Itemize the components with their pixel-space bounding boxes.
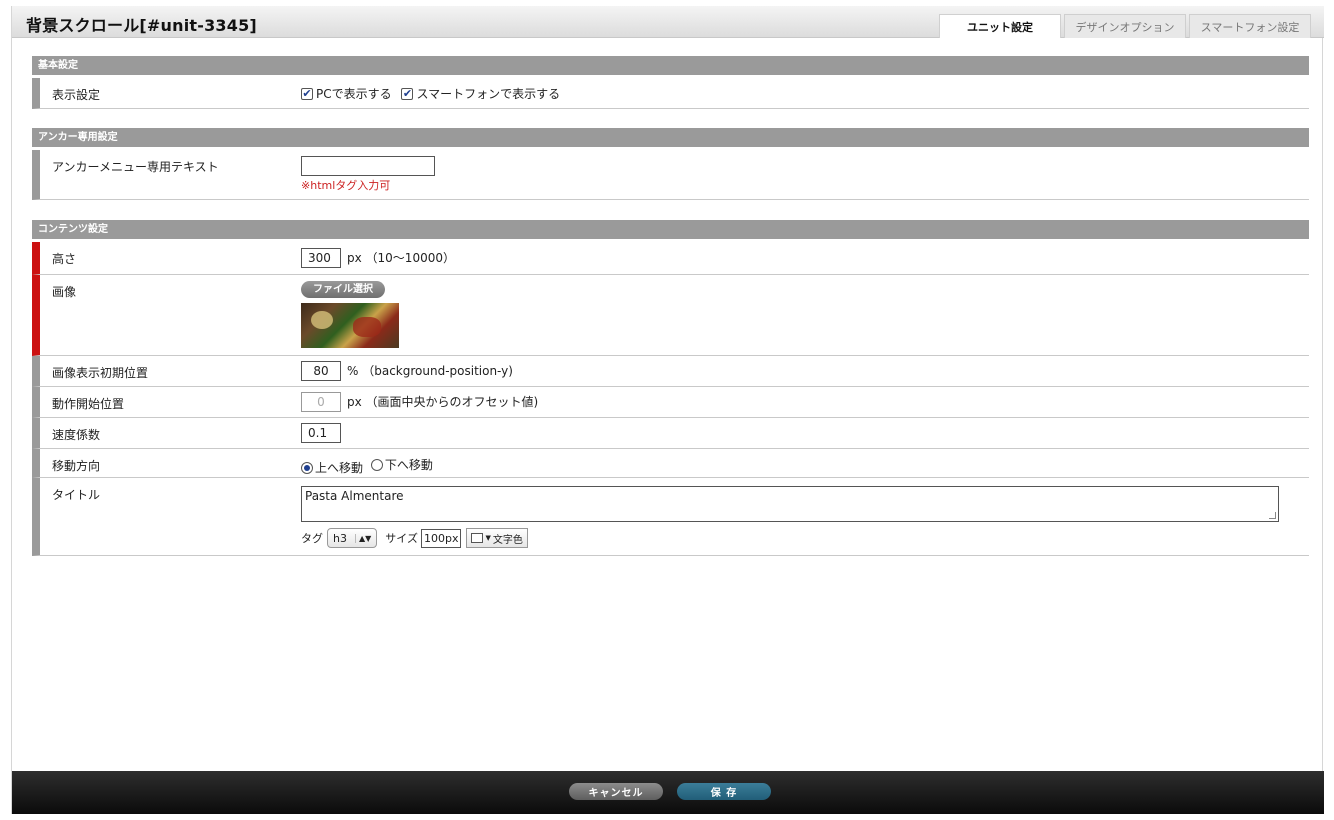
unit-settings-window: 背景スクロール[#unit-3345] ユニット設定 デザインオプション スマー…: [11, 6, 1324, 814]
speed-input[interactable]: 0.1: [301, 423, 341, 443]
height-label: 高さ: [52, 252, 77, 266]
title-label: タイトル: [52, 488, 101, 502]
direction-down-label: 下へ移動: [384, 458, 433, 472]
basic-settings-rows: 表示設定 ✔ PCで表示する ✔ スマートフォンで表示する: [32, 78, 1309, 109]
image-value: ファイル選択: [301, 281, 399, 361]
row-image-position: 画像表示初期位置 80 % （background-position-y): [32, 356, 1309, 387]
row-height: 高さ 300 px （10〜10000）: [32, 242, 1309, 275]
radio-unselected-icon: [370, 458, 383, 471]
anchor-text-input[interactable]: [301, 156, 435, 176]
sp-display-label: スマートフォンで表示する: [416, 87, 561, 101]
row-anchor-text: アンカーメニュー専用テキスト ※htmlタグ入力可: [32, 150, 1309, 200]
section-basic-settings: 基本設定: [32, 56, 1309, 75]
anchor-text-label: アンカーメニュー専用テキスト: [52, 160, 219, 174]
size-input[interactable]: 100px: [420, 528, 462, 548]
text-color-label: 文字色: [492, 534, 523, 546]
checkbox-checked-icon: ✔: [301, 86, 313, 100]
anchor-text-value: ※htmlタグ入力可: [301, 156, 435, 205]
window-header: 背景スクロール[#unit-3345] ユニット設定 デザインオプション スマー…: [12, 6, 1324, 38]
checkbox-checked-icon: ✔: [401, 86, 414, 100]
size-label: サイズ: [385, 532, 418, 545]
section-content-settings: コンテンツ設定: [32, 220, 1309, 239]
row-display-settings: 表示設定 ✔ PCで表示する ✔ スマートフォンで表示する: [32, 78, 1309, 109]
tag-select[interactable]: h3 ▲▼: [327, 528, 378, 548]
direction-up-label: 上へ移動: [315, 461, 364, 475]
image-position-label: 画像表示初期位置: [52, 366, 149, 380]
row-image: 画像 ファイル選択: [32, 275, 1309, 356]
anchor-settings-rows: アンカーメニュー専用テキスト ※htmlタグ入力可: [32, 150, 1309, 200]
tab-smartphone-settings[interactable]: スマートフォン設定: [1189, 14, 1311, 38]
pc-display-checkbox[interactable]: ✔ PCで表示する: [301, 85, 392, 102]
tab-design-options[interactable]: デザインオプション: [1064, 14, 1186, 38]
dropdown-arrow-icon: ▼: [485, 534, 491, 542]
row-direction: 移動方向 上へ移動 下へ移動: [32, 449, 1309, 478]
title-options: タグ h3 ▲▼ サイズ 100px ▼ 文字色: [301, 528, 528, 548]
select-arrows-icon: ▲▼: [354, 533, 371, 543]
image-position-input[interactable]: 80: [301, 361, 341, 381]
title-value: Pasta Almentare タグ h3 ▲▼ サイズ 100px ▼ 文字色: [301, 478, 1291, 555]
tab-bar: ユニット設定 デザインオプション スマートフォン設定: [936, 14, 1311, 38]
height-input[interactable]: 300: [301, 248, 341, 268]
save-button[interactable]: 保 存: [677, 783, 771, 800]
direction-label: 移動方向: [52, 459, 101, 473]
sp-display-checkbox[interactable]: ✔ スマートフォンで表示する: [401, 85, 560, 102]
radio-selected-icon: [301, 461, 313, 474]
image-position-unit: % （background-position-y): [347, 363, 513, 378]
row-start-position: 動作開始位置 0 px （画面中央からのオフセット値): [32, 387, 1309, 418]
text-color-button[interactable]: ▼ 文字色: [466, 528, 528, 548]
tab-unit-settings[interactable]: ユニット設定: [939, 14, 1061, 38]
footer-bar: キャンセル 保 存: [12, 771, 1324, 814]
row-title: タイトル Pasta Almentare タグ h3 ▲▼ サイズ 100px: [32, 478, 1309, 556]
section-anchor-settings: アンカー専用設定: [32, 128, 1309, 147]
display-settings-value: ✔ PCで表示する ✔ スマートフォンで表示する: [301, 85, 566, 115]
html-allowed-hint: ※htmlタグ入力可: [301, 179, 391, 192]
tag-label: タグ: [301, 532, 323, 545]
direction-up-radio[interactable]: 上へ移動: [301, 459, 363, 476]
title-textarea[interactable]: Pasta Almentare: [301, 486, 1279, 522]
resize-handle-icon[interactable]: [1269, 512, 1276, 519]
content-settings-rows: 高さ 300 px （10〜10000） 画像 ファイル選択 画像表示初期位置 8…: [32, 242, 1309, 556]
speed-label: 速度係数: [52, 428, 101, 442]
start-position-unit: px （画面中央からのオフセット値): [347, 394, 539, 409]
title-text: Pasta Almentare: [305, 489, 404, 503]
start-position-input[interactable]: 0: [301, 392, 341, 412]
display-settings-label: 表示設定: [52, 88, 101, 102]
cancel-button[interactable]: キャンセル: [569, 783, 663, 800]
page-title: 背景スクロール[#unit-3345]: [26, 16, 257, 35]
direction-down-radio[interactable]: 下へ移動: [370, 456, 433, 473]
image-label: 画像: [52, 285, 77, 299]
start-position-label: 動作開始位置: [52, 397, 125, 411]
file-select-button[interactable]: ファイル選択: [301, 281, 385, 298]
pc-display-label: PCで表示する: [316, 87, 392, 101]
color-swatch-icon: [471, 533, 484, 543]
row-speed: 速度係数 0.1: [32, 418, 1309, 449]
tag-select-value: h3: [333, 531, 347, 545]
image-thumbnail: [301, 303, 399, 348]
height-unit: px （10〜10000）: [347, 250, 455, 265]
